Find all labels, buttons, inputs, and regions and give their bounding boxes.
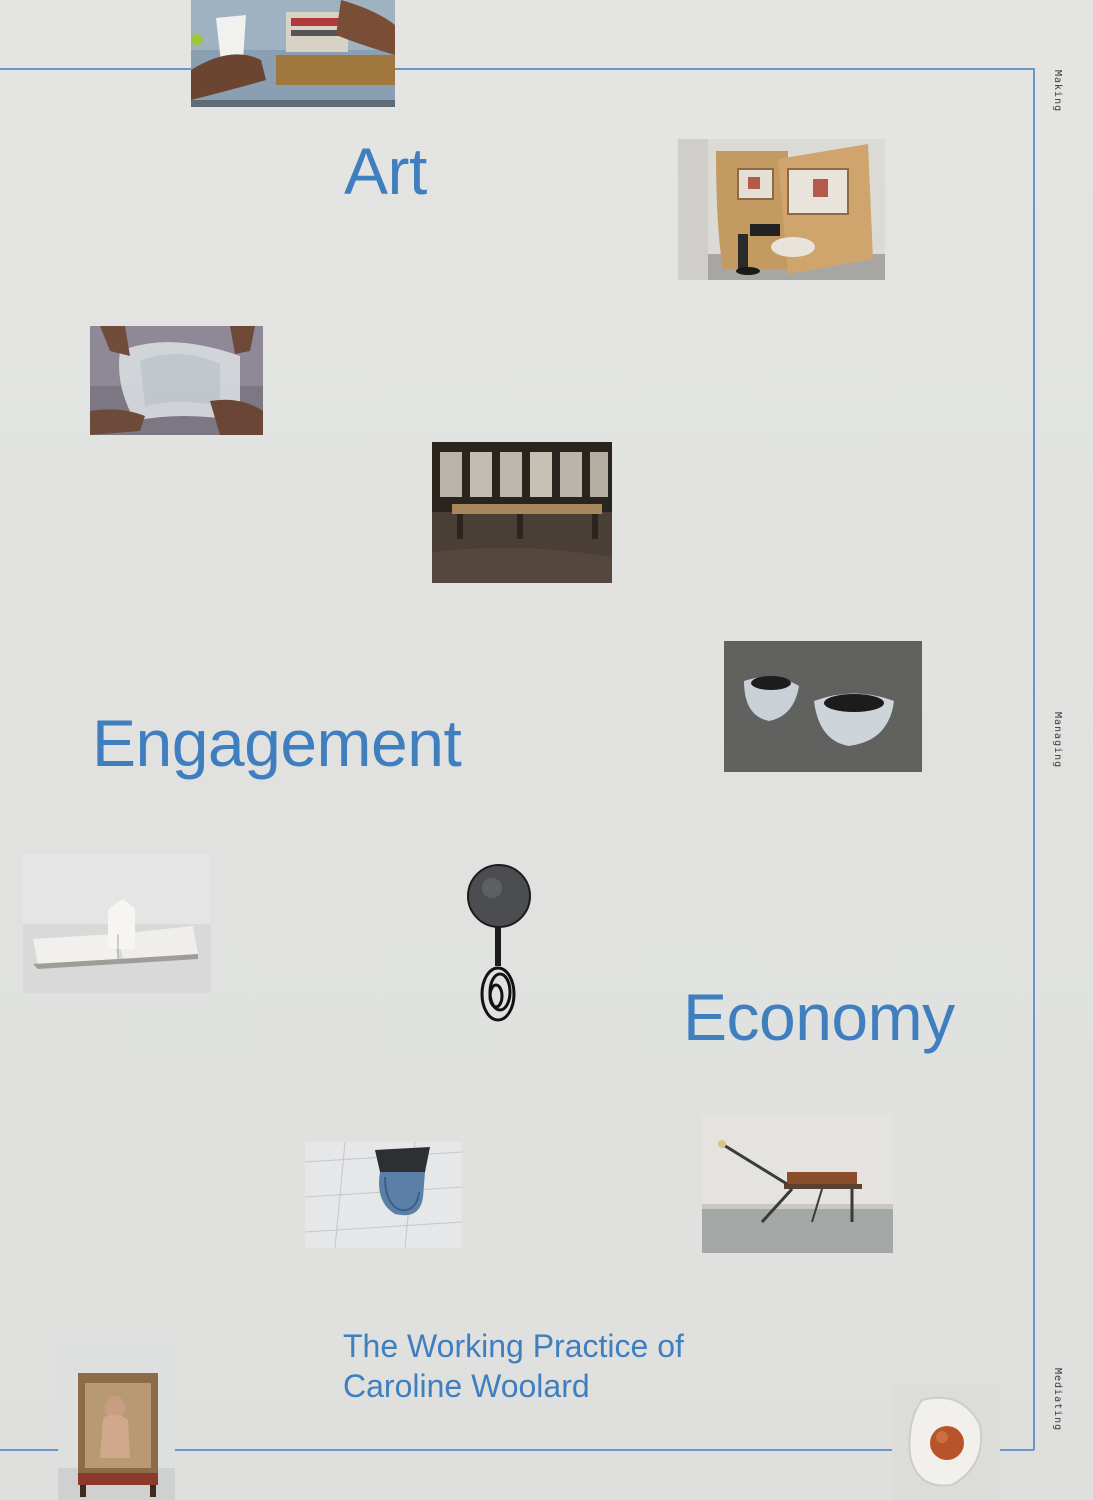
frame-line-top — [0, 68, 1034, 70]
title-word-engagement: Engagement — [92, 706, 462, 780]
frame-line-right — [1033, 68, 1035, 1450]
subtitle-line-1: The Working Practice of — [343, 1328, 684, 1364]
photo-long-table-room — [432, 442, 612, 583]
photo-ceiling-net — [305, 1142, 462, 1248]
photo-plywood-sculpture — [678, 139, 885, 280]
sculpture-sphere-coil — [462, 864, 536, 1026]
book-cover: Art Engagement Economy The Working Pract… — [0, 0, 1093, 1500]
side-label-making: Making — [1052, 70, 1063, 113]
subtitle: The Working Practice of Caroline Woolard — [343, 1326, 684, 1406]
photo-open-book — [23, 854, 211, 993]
photo-ceramic-bowls — [724, 641, 922, 772]
side-label-managing: Managing — [1052, 712, 1063, 769]
photo-figure-in-frame — [58, 1338, 175, 1500]
side-label-mediating: Mediating — [1052, 1368, 1063, 1432]
photo-orange-ball-object — [892, 1385, 1000, 1500]
subtitle-line-2: Caroline Woolard — [343, 1368, 590, 1404]
title-word-economy: Economy — [683, 980, 955, 1054]
photo-hands-cup — [191, 0, 395, 107]
photo-bench-sculpture — [702, 1114, 893, 1253]
title-word-art: Art — [344, 134, 427, 208]
photo-glass-vessel — [90, 326, 263, 435]
